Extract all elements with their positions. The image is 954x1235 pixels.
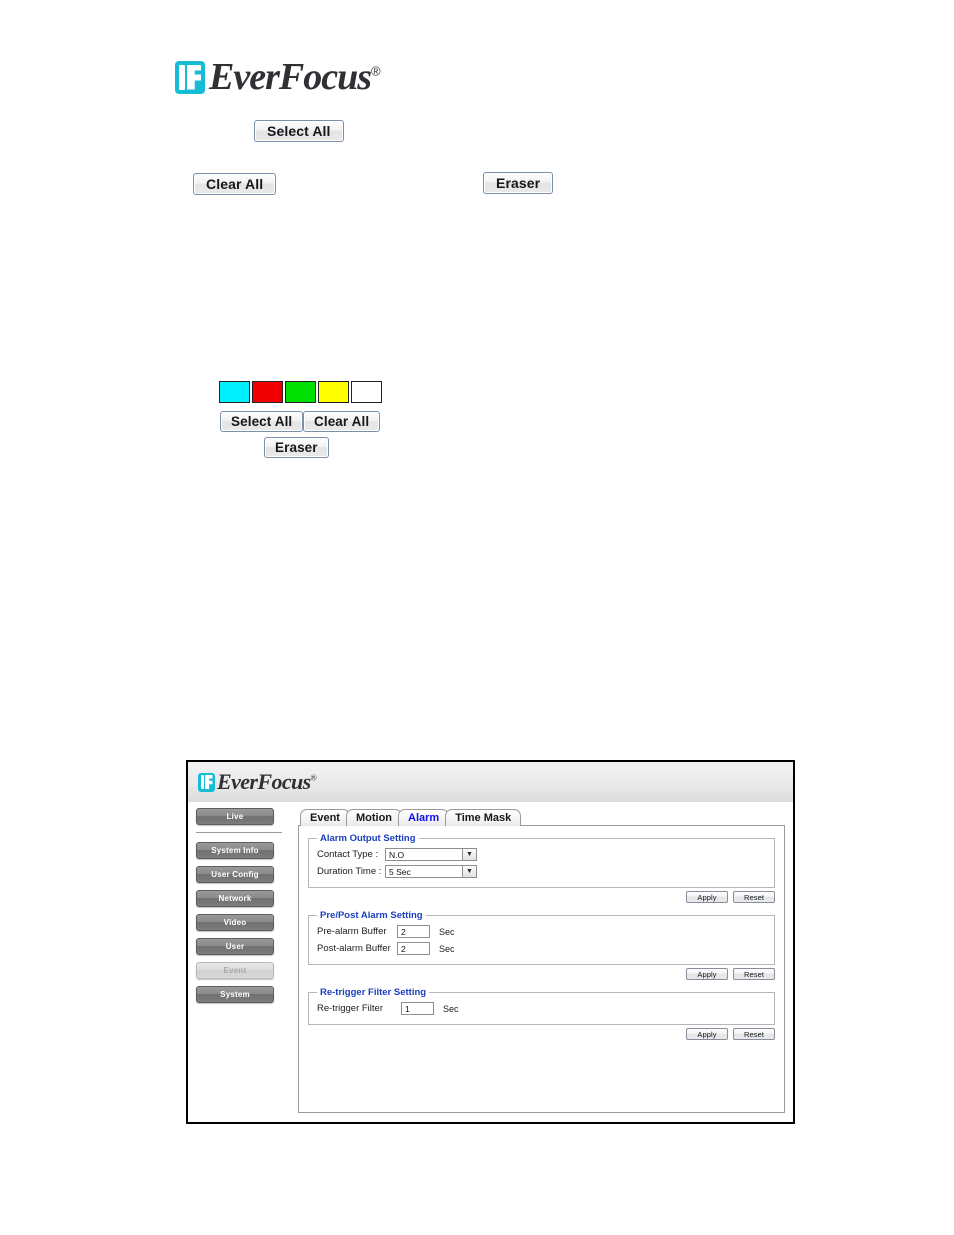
contact-type-value: N.O <box>389 849 405 860</box>
logo-wordmark: EverFocus <box>209 56 372 98</box>
clear-all-button-palette[interactable]: Clear All <box>303 411 381 432</box>
app-registered-trademark-icon: ® <box>310 773 317 783</box>
retrigger-filter-setting-group: Re-trigger Filter Setting Re-trigger Fil… <box>308 987 775 1025</box>
sidebar-item-event[interactable]: Event <box>196 962 274 979</box>
everfocus-config-window: EverFocus® Live System Info User Config … <box>186 760 795 1124</box>
apply-button-pre-post-alarm[interactable]: Apply <box>686 968 728 980</box>
duration-time-label: Duration Time : <box>317 866 382 877</box>
sidebar-item-user-config[interactable]: User Config <box>196 866 274 883</box>
post-alarm-buffer-unit: Sec <box>439 943 455 954</box>
tab-bar: Event Motion Alarm Time Mask <box>300 808 785 826</box>
sidebar-item-user[interactable]: User <box>196 938 274 955</box>
alarm-settings-panel: Alarm Output Setting Contact Type : N.O … <box>298 825 785 1113</box>
reset-button-alarm-output[interactable]: Reset <box>733 891 775 903</box>
reset-button-pre-post-alarm[interactable]: Reset <box>733 968 775 980</box>
pre-post-alarm-setting-group: Pre/Post Alarm Setting Pre-alarm Buffer … <box>308 910 775 965</box>
retrigger-filter-button-row: Apply Reset <box>308 1028 775 1040</box>
post-alarm-buffer-input[interactable]: 2 <box>397 942 430 955</box>
registered-trademark-icon: ® <box>371 63 381 79</box>
retrigger-filter-row: Re-trigger Filter 1 Sec <box>317 1001 766 1016</box>
eraser-button-palette[interactable]: Eraser <box>264 437 329 458</box>
post-alarm-buffer-label: Post-alarm Buffer <box>317 943 391 954</box>
apply-button-retrigger-filter[interactable]: Apply <box>686 1028 728 1040</box>
sidebar: Live System Info User Config Network Vid… <box>188 802 298 1122</box>
tab-motion[interactable]: Motion <box>345 809 403 826</box>
retrigger-filter-unit: Sec <box>443 1003 459 1014</box>
pre-alarm-buffer-label: Pre-alarm Buffer <box>317 926 387 937</box>
app-logo-text: EverFocus® <box>217 769 317 794</box>
page-logo: EverFocus® <box>175 56 381 98</box>
tab-event[interactable]: Event <box>300 809 350 826</box>
tab-time-mask[interactable]: Time Mask <box>445 809 522 826</box>
app-body: Live System Info User Config Network Vid… <box>188 802 793 1122</box>
content-area: Event Motion Alarm Time Mask Alarm Outpu… <box>298 802 793 1122</box>
color-swatch-green[interactable] <box>285 381 316 403</box>
sidebar-item-system-info[interactable]: System Info <box>196 842 274 859</box>
eraser-button-top[interactable]: Eraser <box>483 172 554 194</box>
duration-time-value: 5 Sec <box>389 866 411 877</box>
pre-alarm-buffer-unit: Sec <box>439 926 455 937</box>
app-logo-wordmark: EverFocus <box>217 769 311 794</box>
select-all-button-top[interactable]: Select All <box>254 120 344 142</box>
alarm-output-setting-legend: Alarm Output Setting <box>320 833 416 844</box>
retrigger-filter-label: Re-trigger Filter <box>317 1003 383 1014</box>
select-all-button-palette[interactable]: Select All <box>220 411 304 432</box>
sidebar-item-live[interactable]: Live <box>196 808 274 825</box>
pre-post-alarm-setting-legend: Pre/Post Alarm Setting <box>320 910 423 921</box>
duration-time-select[interactable]: 5 Sec ▼ <box>385 865 477 878</box>
contact-type-select[interactable]: N.O ▼ <box>385 848 477 861</box>
chevron-down-icon[interactable]: ▼ <box>462 866 476 877</box>
duration-time-row: Duration Time : 5 Sec ▼ <box>317 864 766 879</box>
pre-alarm-buffer-row: Pre-alarm Buffer 2 Sec <box>317 924 766 939</box>
alarm-output-button-row: Apply Reset <box>308 891 775 903</box>
everfocus-logo-text: EverFocus® <box>209 56 381 98</box>
sidebar-item-video[interactable]: Video <box>196 914 274 931</box>
everfocus-logo-icon <box>175 60 205 94</box>
color-swatch-white[interactable] <box>351 381 382 403</box>
alarm-output-setting-group: Alarm Output Setting Contact Type : N.O … <box>308 833 775 888</box>
tab-alarm[interactable]: Alarm <box>398 809 450 826</box>
color-swatch-red[interactable] <box>252 381 283 403</box>
contact-type-row: Contact Type : N.O ▼ <box>317 847 766 862</box>
app-everfocus-logo-icon <box>198 772 215 792</box>
clear-all-button-top[interactable]: Clear All <box>193 173 277 195</box>
app-header: EverFocus® <box>188 762 793 802</box>
color-swatch-cyan[interactable] <box>219 381 250 403</box>
color-palette <box>219 381 382 403</box>
color-swatch-yellow[interactable] <box>318 381 349 403</box>
sidebar-item-network[interactable]: Network <box>196 890 274 907</box>
apply-button-alarm-output[interactable]: Apply <box>686 891 728 903</box>
post-alarm-buffer-row: Post-alarm Buffer 2 Sec <box>317 941 766 956</box>
chevron-down-icon[interactable]: ▼ <box>462 849 476 860</box>
sidebar-divider <box>196 832 282 833</box>
sidebar-item-system[interactable]: System <box>196 986 274 1003</box>
pre-post-alarm-button-row: Apply Reset <box>308 968 775 980</box>
retrigger-filter-setting-legend: Re-trigger Filter Setting <box>320 987 427 998</box>
contact-type-label: Contact Type : <box>317 849 379 860</box>
retrigger-filter-input[interactable]: 1 <box>401 1002 434 1015</box>
reset-button-retrigger-filter[interactable]: Reset <box>733 1028 775 1040</box>
pre-alarm-buffer-input[interactable]: 2 <box>397 925 430 938</box>
